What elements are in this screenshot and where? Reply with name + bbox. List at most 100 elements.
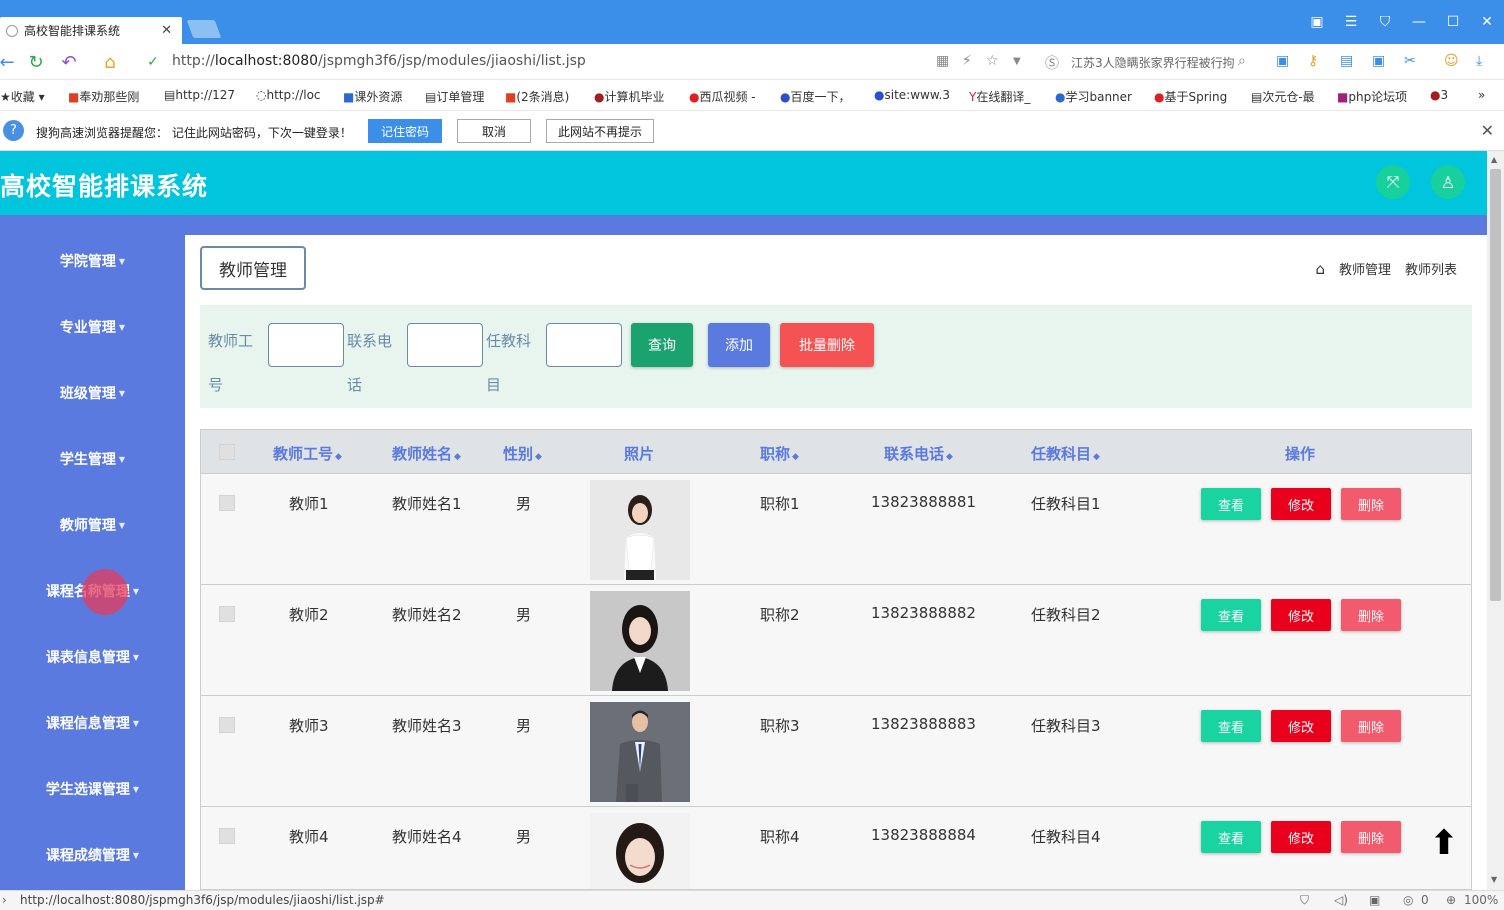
zoom-level[interactable]: 100% — [1464, 893, 1498, 907]
lightning-icon[interactable]: ⚡ — [962, 53, 972, 69]
edit-button[interactable]: 修改 — [1271, 821, 1331, 853]
sidebar-item-course-info[interactable]: 课程信息管理 ▼ — [0, 703, 185, 743]
undo-icon[interactable]: ↶ — [58, 52, 80, 73]
new-tab-button[interactable] — [186, 20, 222, 38]
header-teacher-name[interactable]: 教师姓名 ◆ — [392, 443, 461, 464]
sidebar-item-course-selection[interactable]: 学生选课管理 ▼ — [0, 769, 185, 809]
header-gender[interactable]: 性别 ◆ — [503, 443, 542, 464]
dropdown-icon[interactable]: ▼ — [1013, 56, 1021, 67]
password-bar-close-icon[interactable]: ✕ — [1481, 121, 1494, 140]
bookmark-item[interactable]: ●计算机毕业 — [594, 88, 665, 105]
batch-delete-button[interactable]: 批量删除 — [780, 323, 874, 367]
bookmark-item[interactable]: ▤http://127 — [164, 88, 235, 102]
browser-tab[interactable]: 高校智能排课系统 ✕ — [0, 17, 182, 44]
view-button[interactable]: 查看 — [1201, 488, 1261, 520]
bookmark-item[interactable]: ★收藏 ▾ — [0, 88, 45, 105]
bookmark-item[interactable]: ■(2条消息) — [505, 88, 569, 105]
bookmark-item[interactable]: ▤订单管理 — [425, 88, 484, 105]
back-icon[interactable]: ← — [0, 52, 18, 73]
translate-icon[interactable]: ▣ — [1276, 53, 1289, 69]
sound-icon[interactable]: ◁) — [1334, 893, 1348, 907]
window-close-icon[interactable]: ✕ — [1475, 14, 1499, 30]
bookmark-item[interactable]: ●西瓜视频 - — [689, 88, 756, 105]
scroll-thumb[interactable] — [1490, 169, 1501, 601]
sidebar-item-major[interactable]: 专业管理 ▼ — [0, 307, 185, 347]
search-engine-icon[interactable]: Ⓢ — [1045, 53, 1059, 73]
page-scrollbar[interactable]: ▲ ▼ — [1487, 151, 1504, 890]
bookmark-item[interactable]: ▤次元仓-最 — [1251, 88, 1315, 105]
phone-input[interactable] — [407, 323, 483, 367]
bookmark-item[interactable]: ●学习banner — [1055, 88, 1132, 105]
bookmark-item[interactable]: ●百度一下， — [780, 88, 851, 105]
delete-button[interactable]: 删除 — [1341, 821, 1401, 853]
sidebar-item-grades[interactable]: 课程成绩管理 ▼ — [0, 835, 185, 875]
breadcrumb-item[interactable]: 教师管理 — [1339, 259, 1391, 278]
download-status-icon[interactable]: ◎ — [1403, 893, 1413, 907]
header-phone[interactable]: 联系电话 ◆ — [884, 443, 953, 464]
bookmark-item[interactable]: ◌http://loc — [256, 88, 321, 102]
query-button[interactable]: 查询 — [631, 323, 693, 367]
bookmark-item[interactable]: Y在线翻译_ — [969, 88, 1030, 105]
header-teacher-id[interactable]: 教师工号 ◆ — [273, 443, 342, 464]
never-prompt-button[interactable]: 此网站不再提示 — [546, 119, 654, 143]
bookmark-item[interactable]: ●基于Spring — [1154, 88, 1227, 105]
qr-icon[interactable]: ▦ — [936, 53, 949, 69]
home-icon[interactable]: ⌂ — [99, 52, 121, 73]
header-title[interactable]: 职称 ◆ — [760, 443, 799, 464]
cancel-button[interactable]: 取消 — [457, 119, 531, 143]
back-to-top-icon[interactable]: ⬆ — [1424, 826, 1464, 866]
scroll-up-icon[interactable]: ▲ — [1491, 155, 1497, 164]
minimize-icon[interactable]: — — [1407, 14, 1431, 30]
bookmark-item[interactable]: ●site:www.3 — [874, 88, 950, 102]
remember-password-button[interactable]: 记住密码 — [368, 119, 442, 143]
sidebar-item-college[interactable]: 学院管理 ▼ — [0, 241, 185, 281]
sidebar-item-teacher[interactable]: 教师管理 ▼ — [0, 505, 185, 545]
sidebar-item-student[interactable]: 学生管理 ▼ — [0, 439, 185, 479]
shield-icon[interactable]: ⛉ — [1300, 893, 1309, 908]
header-subject[interactable]: 任教科目 ◆ — [1031, 443, 1100, 464]
menu-icon[interactable]: ☰ — [1339, 14, 1363, 30]
download-icon[interactable]: ⤓ — [1476, 53, 1482, 69]
extension-icon[interactable]: ▤ — [1340, 53, 1353, 69]
url-field[interactable]: http://localhost:8080/jspmgh3f6/jsp/modu… — [172, 53, 586, 69]
view-button[interactable]: 查看 — [1201, 821, 1261, 853]
user-icon[interactable]: ♙ — [1431, 165, 1465, 199]
row-checkbox[interactable] — [219, 717, 235, 733]
star-icon[interactable]: ☆ — [986, 53, 999, 69]
emoji-icon[interactable]: ☺ — [1444, 53, 1459, 69]
reload-icon[interactable]: ↻ — [25, 52, 47, 73]
tab-count-icon[interactable]: ▣ — [1305, 14, 1329, 30]
key-icon[interactable]: ⚷ — [1308, 53, 1318, 69]
delete-button[interactable]: 删除 — [1341, 710, 1401, 742]
row-checkbox[interactable] — [219, 828, 235, 844]
view-button[interactable]: 查看 — [1201, 599, 1261, 631]
edit-button[interactable]: 修改 — [1271, 599, 1331, 631]
view-button[interactable]: 查看 — [1201, 710, 1261, 742]
skin-icon[interactable]: ⛉ — [1373, 14, 1397, 30]
print-icon[interactable]: ▣ — [1369, 893, 1380, 907]
home-icon[interactable]: ⌂ — [1315, 260, 1325, 278]
zoom-icon[interactable]: ⊕ — [1446, 893, 1456, 907]
delete-button[interactable]: 删除 — [1341, 488, 1401, 520]
search-field[interactable]: 江苏3人隐瞒张家界行程被行拘 — [1071, 54, 1235, 71]
scroll-down-icon[interactable]: ▼ — [1491, 875, 1497, 884]
bookmark-item[interactable]: ■奉劝那些刚 — [68, 88, 139, 105]
row-checkbox[interactable] — [219, 606, 235, 622]
teacher-id-input[interactable] — [268, 323, 344, 367]
subject-input[interactable] — [546, 323, 622, 367]
bookmark-item[interactable]: ■课外资源 — [343, 88, 402, 105]
fullscreen-icon[interactable]: ⤧ — [1376, 165, 1410, 199]
edit-button[interactable]: 修改 — [1271, 710, 1331, 742]
screenshot-icon[interactable]: ▣ — [1372, 53, 1385, 69]
row-checkbox[interactable] — [219, 495, 235, 511]
sidebar-item-timetable[interactable]: 课表信息管理 ▼ — [0, 637, 185, 677]
delete-button[interactable]: 删除 — [1341, 599, 1401, 631]
maximize-icon[interactable]: ☐ — [1441, 14, 1465, 30]
sidebar-item-class[interactable]: 班级管理 ▼ — [0, 373, 185, 413]
select-all-checkbox[interactable] — [219, 444, 235, 460]
tab-close-icon[interactable]: ✕ — [161, 23, 172, 38]
bookmark-item[interactable]: ■php论坛项 — [1337, 88, 1407, 105]
cut-icon[interactable]: ✂ — [1404, 53, 1416, 69]
edit-button[interactable]: 修改 — [1271, 488, 1331, 520]
add-button[interactable]: 添加 — [708, 323, 770, 367]
